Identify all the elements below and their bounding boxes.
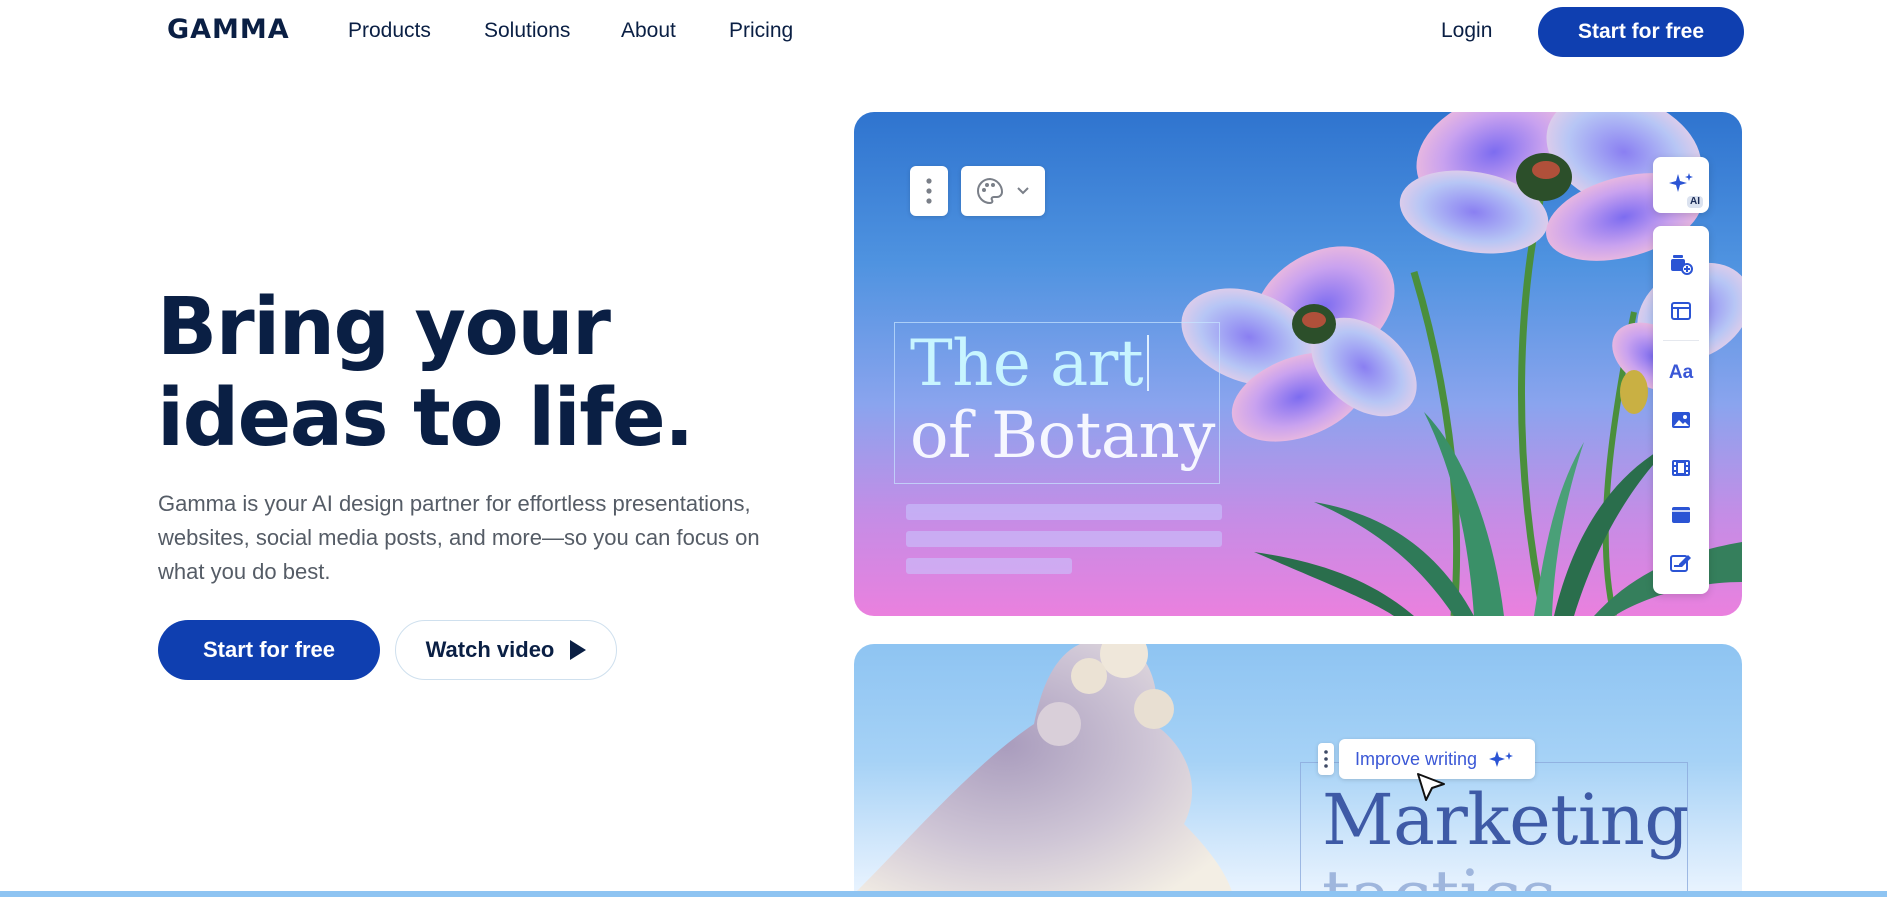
nav-link-solutions[interactable]: Solutions xyxy=(484,19,570,43)
video-tool[interactable] xyxy=(1653,448,1709,488)
login-link[interactable]: Login xyxy=(1441,19,1492,43)
text-cursor xyxy=(1147,335,1150,391)
hero-subtext: Gamma is your AI design partner for effo… xyxy=(158,491,760,584)
palette-icon xyxy=(977,177,1004,205)
placeholder-line xyxy=(906,504,1222,520)
placeholder-line xyxy=(906,558,1072,574)
title-line-2: of Botany xyxy=(910,399,1215,473)
botany-card[interactable]: The art of Botany xyxy=(854,112,1742,616)
tool-divider xyxy=(1663,340,1699,341)
insert-tools-panel: Aa xyxy=(1653,226,1709,594)
embed-tool[interactable] xyxy=(1653,495,1709,535)
ai-badge: AI xyxy=(1687,196,1703,208)
watch-video-label: Watch video xyxy=(425,637,555,662)
improve-writing-label: Improve writing xyxy=(1355,748,1478,769)
add-card-icon xyxy=(1671,255,1693,275)
text-icon: Aa xyxy=(1668,362,1694,383)
nav-start-free-button[interactable]: Start for free xyxy=(1538,7,1744,57)
cloud-illustration xyxy=(854,644,1234,897)
menu-dots-icon xyxy=(1324,750,1328,768)
image-icon xyxy=(1672,412,1690,428)
layout-icon xyxy=(1671,302,1691,320)
chevron-down-icon xyxy=(1017,187,1029,195)
headline-line-2: ideas to life. xyxy=(157,372,694,464)
layout-tool[interactable] xyxy=(1653,291,1709,331)
play-icon xyxy=(570,640,587,660)
block-menu-button[interactable] xyxy=(1318,743,1334,775)
hero-headline: Bring your ideas to life. xyxy=(157,282,777,464)
nav-link-products[interactable]: Products xyxy=(348,19,431,43)
nav-link-about[interactable]: About xyxy=(621,19,676,43)
botany-card-title[interactable]: The art of Botany xyxy=(910,328,1215,472)
add-card-tool[interactable] xyxy=(1653,244,1709,284)
headline-line-1: Bring your xyxy=(157,281,611,373)
gamma-logo[interactable]: GAMMA xyxy=(167,14,290,45)
marketing-card[interactable]: Improve writing Marketing tactics xyxy=(854,644,1742,897)
hero-start-free-button[interactable]: Start for free xyxy=(158,620,380,680)
ai-assist-button[interactable]: AI xyxy=(1653,157,1709,213)
top-nav: GAMMA Products Solutions About Pricing L… xyxy=(0,0,1887,62)
marketing-card-title[interactable]: Marketing xyxy=(1322,782,1689,858)
watch-video-button[interactable]: Watch video xyxy=(395,620,617,680)
form-tool[interactable] xyxy=(1653,542,1709,582)
menu-dots-icon xyxy=(926,178,932,204)
placeholder-line xyxy=(906,531,1222,547)
embed-icon xyxy=(1672,507,1690,523)
form-icon xyxy=(1670,555,1691,572)
video-icon xyxy=(1672,460,1690,476)
theme-picker-button[interactable] xyxy=(961,166,1045,216)
sparkle-icon xyxy=(1489,751,1514,767)
title-line-1: The art xyxy=(910,327,1144,401)
image-tool[interactable] xyxy=(1653,400,1709,440)
bottom-accent-strip xyxy=(0,891,1887,897)
nav-link-pricing[interactable]: Pricing xyxy=(729,19,793,43)
text-tool[interactable]: Aa xyxy=(1653,353,1709,393)
card-menu-button[interactable] xyxy=(910,166,948,216)
